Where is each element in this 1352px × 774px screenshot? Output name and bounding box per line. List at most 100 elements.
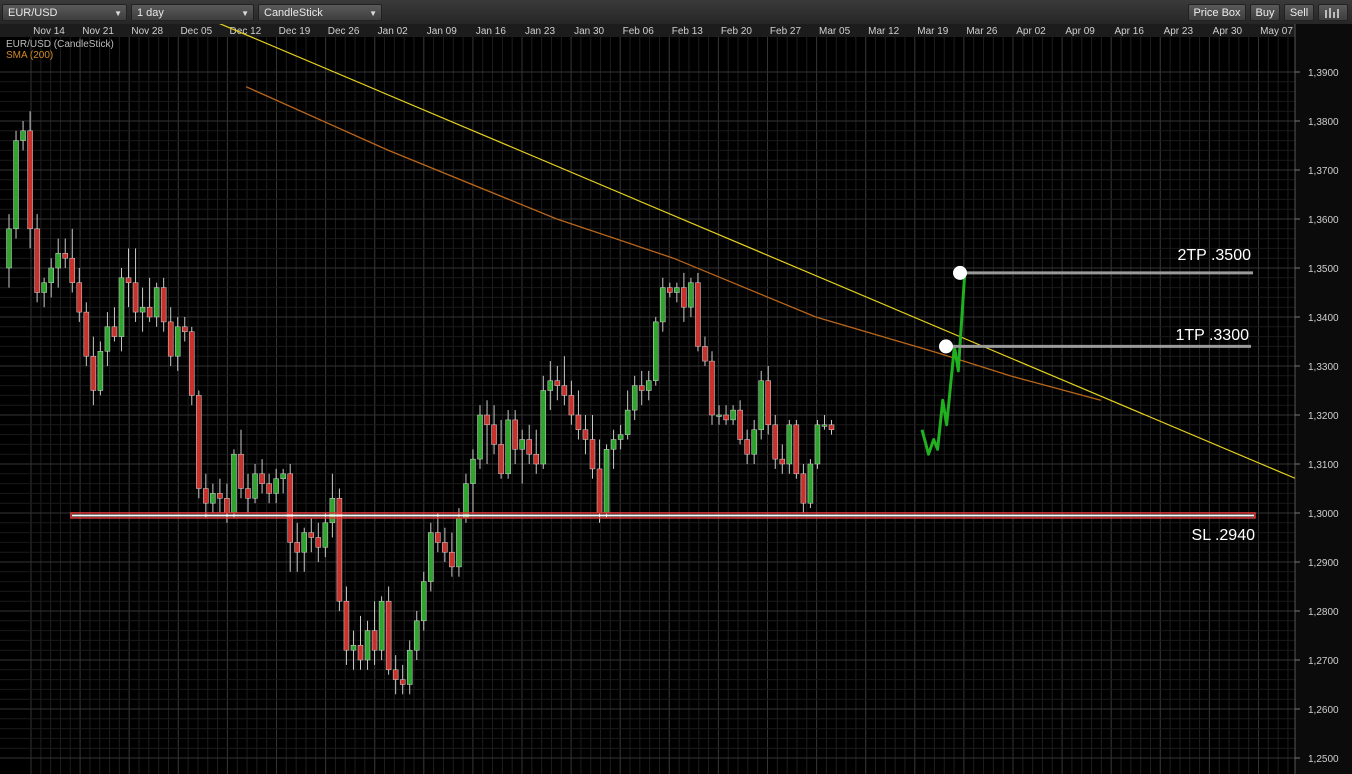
chevron-down-icon: ▼ — [369, 9, 377, 18]
symbol-dropdown[interactable]: EUR/USD ▼ — [2, 4, 127, 21]
chevron-down-icon: ▼ — [114, 9, 122, 18]
candle-body — [322, 522, 329, 548]
y-tick-label: 1,2900 — [1308, 558, 1339, 569]
sell-button[interactable]: Sell — [1284, 4, 1314, 21]
chevron-down-icon: ▼ — [241, 9, 249, 18]
candle-body — [660, 287, 666, 323]
x-tick-label: Apr 09 — [1065, 26, 1095, 37]
price-chart[interactable]: Nov 14 Nov 21 Nov 28 Dec 05 Dec 12 Dec 19 Dec … — [0, 24, 1352, 774]
legend-series2: SMA (200) — [6, 50, 53, 61]
buy-button[interactable]: Buy — [1250, 4, 1280, 21]
candle-body — [470, 458, 476, 484]
y-tick-label: 1,2500 — [1308, 754, 1339, 765]
candle-body — [350, 645, 357, 651]
x-tick-label: Apr 23 — [1164, 26, 1194, 37]
x-tick-label: Jan 09 — [427, 26, 457, 37]
y-tick-label: 1,3300 — [1308, 362, 1339, 373]
candle-body — [814, 424, 821, 465]
candle-body — [730, 409, 736, 421]
x-tick-label: Jan 16 — [476, 26, 506, 37]
candle-body — [69, 257, 76, 283]
candle-body — [378, 600, 385, 651]
x-tick-label: Mar 19 — [917, 26, 949, 37]
candle-body — [421, 581, 427, 622]
candle-body — [329, 498, 336, 524]
candle-body — [13, 140, 19, 230]
candle-body — [189, 331, 195, 396]
candle-body — [681, 287, 687, 308]
x-tick-label: Jan 02 — [378, 26, 408, 37]
x-tick-label: Jan 30 — [574, 26, 604, 37]
period-value: 1 day — [137, 7, 164, 19]
x-tick-label: Apr 02 — [1016, 26, 1046, 37]
candle-body — [695, 282, 701, 347]
x-tick-label: Mar 05 — [819, 26, 851, 37]
candle-body — [505, 419, 511, 475]
candles — [6, 111, 835, 695]
candle-body — [744, 439, 750, 455]
candle-body — [196, 395, 202, 489]
candle-body — [737, 409, 743, 440]
candle-body — [709, 360, 715, 416]
candle-body — [449, 551, 455, 568]
y-tick-label: 1,3000 — [1308, 509, 1339, 520]
candle-body — [779, 458, 786, 465]
candle-body — [217, 493, 223, 499]
chart-type-value: CandleStick — [264, 7, 323, 19]
y-tick-label: 1,3800 — [1308, 117, 1339, 128]
candle-body — [27, 130, 33, 230]
candle-body — [688, 282, 694, 308]
candle-body — [160, 287, 167, 323]
candle-body — [575, 414, 582, 430]
period-dropdown[interactable]: 1 day ▼ — [131, 4, 254, 21]
bar-chart-icon[interactable] — [1318, 4, 1348, 21]
candle-body — [315, 537, 322, 548]
candle-body — [758, 380, 764, 430]
y-tick-label: 1,2800 — [1308, 607, 1339, 618]
candle-body — [442, 542, 448, 553]
candle-body — [477, 414, 483, 460]
y-tick-label: 1,2700 — [1308, 656, 1339, 667]
candle-body — [540, 390, 547, 465]
candle-body — [428, 532, 434, 582]
toolbar: EUR/USD ▼ 1 day ▼ CandleStick ▼ Price Bo… — [0, 0, 1352, 25]
candle-body — [132, 282, 139, 313]
y-tick-label: 1,2600 — [1308, 705, 1339, 716]
y-tick-label: 1,3100 — [1308, 460, 1339, 471]
candle-body — [435, 532, 441, 543]
candle-body — [174, 326, 181, 357]
price-box-button[interactable]: Price Box — [1188, 4, 1246, 21]
support-line — [70, 512, 1256, 519]
candle-body — [343, 600, 350, 651]
x-tick-label: Dec 19 — [279, 26, 311, 37]
candle-body — [224, 498, 230, 514]
legend-series1: EUR/USD (CandleStick) — [6, 39, 114, 50]
candle-body — [793, 424, 800, 475]
candle-body — [624, 409, 631, 435]
candle-body — [589, 439, 596, 470]
projection-path — [920, 272, 967, 456]
candle-body — [533, 453, 539, 465]
candle-body — [111, 326, 118, 337]
y-tick-label: 1,3600 — [1308, 215, 1339, 226]
candle-body — [55, 253, 61, 269]
y-tick-label: 1,3700 — [1308, 166, 1339, 177]
candle-body — [821, 424, 828, 427]
candle-body — [786, 424, 793, 465]
candle-body — [118, 277, 125, 337]
y-tick-label: 1,3400 — [1308, 313, 1339, 324]
candle-body — [674, 287, 680, 293]
x-tick-label: Nov 14 — [33, 26, 65, 37]
chart-type-dropdown[interactable]: CandleStick ▼ — [258, 4, 382, 21]
candle-body — [280, 473, 286, 479]
candle-body — [308, 532, 315, 538]
candle-body — [167, 321, 174, 357]
x-tick-label: Feb 20 — [721, 26, 753, 37]
candle-body — [751, 429, 757, 455]
candle-body — [301, 532, 308, 553]
projection-line — [920, 272, 967, 456]
candle-body — [252, 473, 258, 499]
x-tick-label: Feb 06 — [623, 26, 655, 37]
candle-body — [638, 385, 645, 391]
candle-body — [484, 414, 490, 426]
